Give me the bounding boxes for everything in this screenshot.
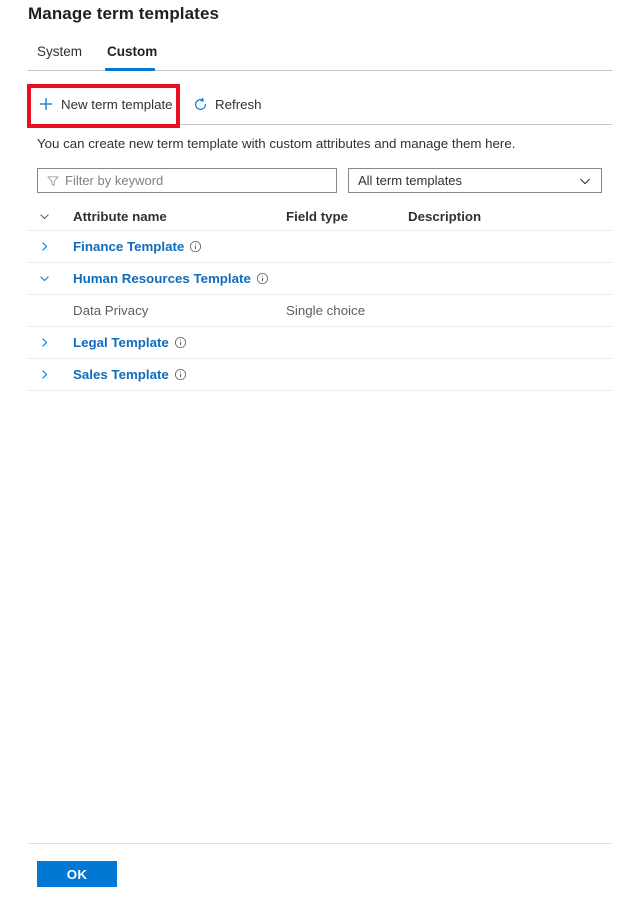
refresh-button[interactable]: Refresh (186, 86, 268, 122)
plus-icon (38, 96, 54, 112)
new-term-template-button[interactable]: New term template (32, 86, 179, 122)
page-title: Manage term templates (28, 4, 220, 23)
template-link[interactable]: Legal Template (73, 335, 169, 350)
filter-row: All term templates (37, 168, 602, 193)
attribute-name-text: Data Privacy (73, 303, 149, 318)
footer-divider (28, 843, 612, 844)
table-row[interactable]: Legal Template (28, 327, 612, 359)
filter-icon (46, 174, 60, 188)
command-bar-divider (28, 124, 612, 125)
ok-button[interactable]: OK (37, 861, 117, 887)
expand-toggle[interactable] (28, 336, 66, 349)
expand-toggle[interactable] (28, 272, 66, 285)
cell-field-type: Single choice (286, 302, 408, 320)
table-row[interactable]: Sales Template (28, 359, 612, 391)
cell-attribute-name: Legal Template (66, 335, 286, 350)
new-term-template-label: New term template (61, 96, 173, 112)
search-field[interactable] (37, 168, 337, 193)
cell-attribute-name: Sales Template (66, 367, 286, 382)
column-header-attribute-name: Attribute name (73, 209, 167, 224)
refresh-label: Refresh (215, 96, 262, 112)
cell-attribute-name: Data Privacy (66, 303, 286, 318)
term-templates-table: Attribute name Field type Description Fi… (28, 203, 612, 391)
expand-toggle[interactable] (28, 240, 66, 253)
table-row[interactable]: Finance Template (28, 231, 612, 263)
collapse-all-toggle[interactable] (28, 210, 66, 223)
template-link[interactable]: Sales Template (73, 367, 169, 382)
table-row[interactable]: Data Privacy Single choice (28, 295, 612, 327)
table-header-row: Attribute name Field type Description (28, 203, 612, 231)
tab-active-indicator (105, 68, 155, 71)
tab-custom[interactable]: Custom (105, 44, 159, 66)
tab-system[interactable]: System (35, 44, 84, 66)
term-template-filter-value: All term templates (358, 173, 463, 188)
chevron-down-icon (578, 174, 592, 188)
refresh-icon (192, 96, 208, 112)
template-link[interactable]: Human Resources Template (73, 271, 251, 286)
expand-toggle[interactable] (28, 368, 66, 381)
tab-bar: System Custom (28, 44, 612, 71)
column-header-field-type: Field type (286, 209, 349, 224)
term-template-filter-select[interactable]: All term templates (348, 168, 602, 193)
page-description: You can create new term template with cu… (37, 136, 516, 151)
info-icon[interactable] (174, 336, 187, 349)
info-icon[interactable] (256, 272, 269, 285)
cell-attribute-name: Human Resources Template (66, 271, 286, 286)
template-link[interactable]: Finance Template (73, 239, 184, 254)
field-type-text: Single choice (286, 302, 366, 318)
command-bar: New term template Refresh (28, 86, 612, 125)
column-header-description: Description (408, 209, 482, 224)
cell-attribute-name: Finance Template (66, 239, 286, 254)
info-icon[interactable] (174, 368, 187, 381)
table-row[interactable]: Human Resources Template (28, 263, 612, 295)
search-input[interactable] (65, 169, 336, 192)
info-icon[interactable] (189, 240, 202, 253)
